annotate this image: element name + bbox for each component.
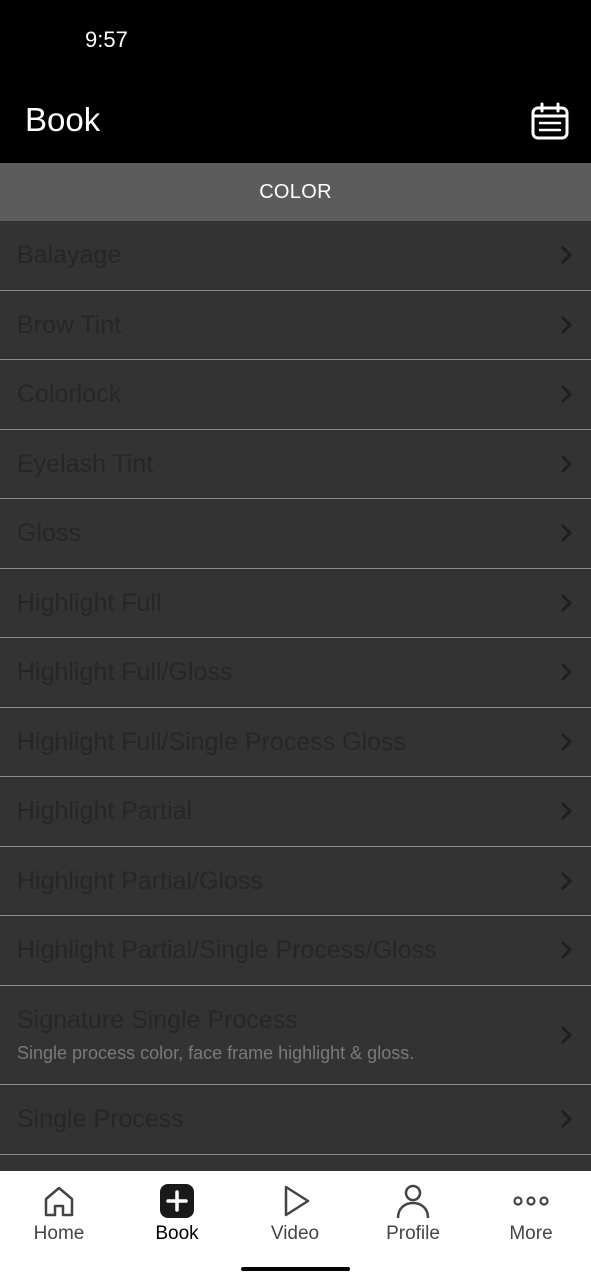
service-description: Single process color, face frame highlig… [17, 1042, 415, 1063]
play-icon [284, 1185, 310, 1217]
service-name: Brow Tint [17, 310, 122, 339]
app-header: Book [0, 80, 591, 163]
tab-label: Profile [386, 1223, 440, 1244]
service-name: Signature Single Process [17, 1005, 298, 1034]
chevron-right-icon [560, 524, 573, 543]
chevron-right-icon [560, 732, 573, 751]
tab-video[interactable]: Video [236, 1171, 354, 1261]
service-item[interactable]: Gloss [0, 499, 591, 569]
tab-label: Video [270, 1223, 320, 1244]
service-name: Colorlock [17, 380, 122, 408]
tab-profile[interactable]: Profile [354, 1171, 472, 1261]
service-item[interactable]: Single Process [0, 1085, 591, 1155]
chevron-right-icon [560, 1025, 573, 1044]
service-item[interactable]: Brow Tint [0, 291, 591, 360]
tab-label: Book [155, 1223, 199, 1244]
service-name: Highlight Partial [17, 797, 193, 825]
service-name: Highlight Full [17, 588, 162, 617]
service-item[interactable]: Highlight Partial/Single Process/Gloss [0, 916, 591, 986]
service-name: Gloss [17, 519, 81, 547]
service-item[interactable]: Eyelash Tint [0, 430, 591, 499]
service-list: Balayage Brow Tint Colorlock Eyelash Tin… [0, 221, 591, 1171]
calendar-icon[interactable] [531, 102, 569, 140]
tab-more[interactable]: More [472, 1171, 590, 1261]
service-item[interactable]: Colorlock [0, 360, 591, 430]
service-item[interactable]: Highlight Full/Single Process Gloss [0, 708, 591, 777]
chevron-right-icon [560, 593, 573, 612]
tab-label: More [509, 1223, 553, 1244]
status-bar: 9:57 [0, 0, 591, 80]
page-title: Book [25, 101, 101, 138]
tab-bar: Home Book Video Profile More [0, 1171, 591, 1280]
chevron-right-icon [560, 941, 573, 960]
tab-book[interactable]: Book [118, 1171, 236, 1261]
home-icon [44, 1186, 74, 1217]
chevron-right-icon [560, 385, 573, 404]
service-name: Highlight Partial/Single Process/Gloss [17, 936, 437, 964]
service-name: Eyelash Tint [17, 449, 154, 478]
service-item[interactable]: Highlight Full/Gloss [0, 638, 591, 708]
chevron-right-icon [560, 315, 573, 334]
chevron-right-icon [560, 454, 573, 473]
service-name: Highlight Full/Single Process Gloss [17, 727, 407, 756]
person-icon [396, 1184, 430, 1219]
service-name: Single Process [17, 1105, 184, 1133]
chevron-right-icon [560, 802, 573, 821]
service-item[interactable]: Signature Single Process Single process … [0, 986, 591, 1085]
tab-label: Home [33, 1223, 85, 1244]
chevron-right-icon [560, 246, 573, 265]
chevron-right-icon [560, 871, 573, 890]
service-name: Highlight Partial/Gloss [17, 866, 263, 895]
section-header: COLOR [0, 163, 591, 221]
service-name: Balayage [17, 241, 122, 269]
chevron-right-icon [560, 1110, 573, 1129]
more-icon [513, 1196, 549, 1206]
service-name: Highlight Full/Gloss [17, 658, 233, 686]
status-time: 9:57 [85, 27, 128, 52]
chevron-right-icon [560, 663, 573, 682]
home-indicator [241, 1267, 350, 1271]
service-item[interactable]: Highlight Partial [0, 777, 591, 847]
service-item[interactable]: Highlight Full [0, 569, 591, 638]
tab-home[interactable]: Home [0, 1171, 118, 1261]
service-item[interactable]: Balayage [0, 221, 591, 291]
plus-icon [160, 1184, 194, 1218]
service-item[interactable]: Highlight Partial/Gloss [0, 847, 591, 916]
